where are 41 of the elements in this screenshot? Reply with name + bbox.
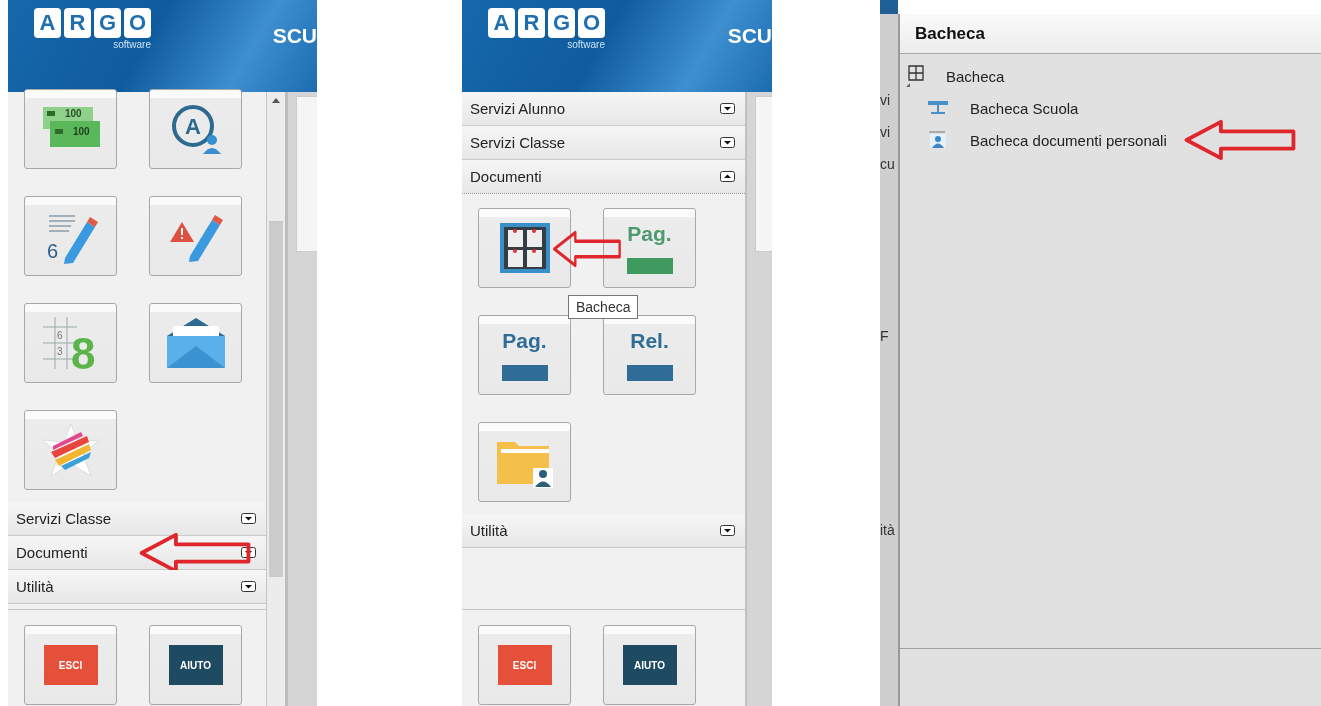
help-button[interactable]: AIUTO <box>149 625 242 705</box>
header-strip <box>880 0 898 14</box>
profile-tile[interactable]: A <box>149 89 242 169</box>
scrollbar[interactable] <box>267 92 287 706</box>
background-text: F <box>880 328 890 344</box>
notes-tile[interactable] <box>149 196 242 276</box>
app-title: SCU <box>727 24 772 48</box>
window-title: Bacheca <box>915 23 985 44</box>
pointer-arrow-icon <box>552 230 622 268</box>
report-tile[interactable]: Rel. <box>603 315 696 395</box>
argo-logo: A R G O software <box>488 8 605 50</box>
grades-tile[interactable]: 6 <box>24 196 117 276</box>
report-card-tile[interactable]: Pag. <box>478 315 571 395</box>
argo-logo: A R G O software <box>34 8 151 50</box>
background-text: vi <box>880 92 892 108</box>
tooltip: Bacheca <box>568 295 639 319</box>
background-text: ità <box>880 522 896 538</box>
colorful-star-icon <box>40 422 101 478</box>
exit-button[interactable]: ESCI <box>24 625 117 705</box>
messages-tile[interactable] <box>149 303 242 383</box>
section-header[interactable]: Utilità <box>8 570 266 604</box>
fees-tile[interactable]: 100 100 <box>24 89 117 169</box>
documents-tile[interactable] <box>478 422 571 502</box>
exit-button[interactable]: ESCI <box>478 625 571 705</box>
background-text: cu <box>880 156 896 172</box>
notice-board-tile[interactable] <box>478 208 571 288</box>
tree-item[interactable]: Bacheca Scuola <box>970 99 1079 117</box>
user-document-icon <box>928 131 948 149</box>
help-button[interactable]: AIUTO <box>603 625 696 705</box>
scroll-up-icon[interactable] <box>272 98 280 103</box>
section-header[interactable]: Servizi Classe <box>462 126 745 160</box>
section-header[interactable]: Utilità <box>462 514 745 548</box>
section-header[interactable]: Documenti <box>462 160 745 194</box>
tree-item[interactable]: Bacheca <box>946 67 1005 85</box>
envelope-icon <box>164 316 227 370</box>
section-header[interactable]: Servizi Alunno <box>462 92 745 126</box>
background-text: vi <box>880 124 892 140</box>
section-header[interactable]: Servizi Classe <box>8 502 266 536</box>
tree-item[interactable]: Bacheca documenti personali <box>970 119 1299 161</box>
app-title: SCU <box>272 24 317 48</box>
activities-tile[interactable] <box>24 410 117 490</box>
